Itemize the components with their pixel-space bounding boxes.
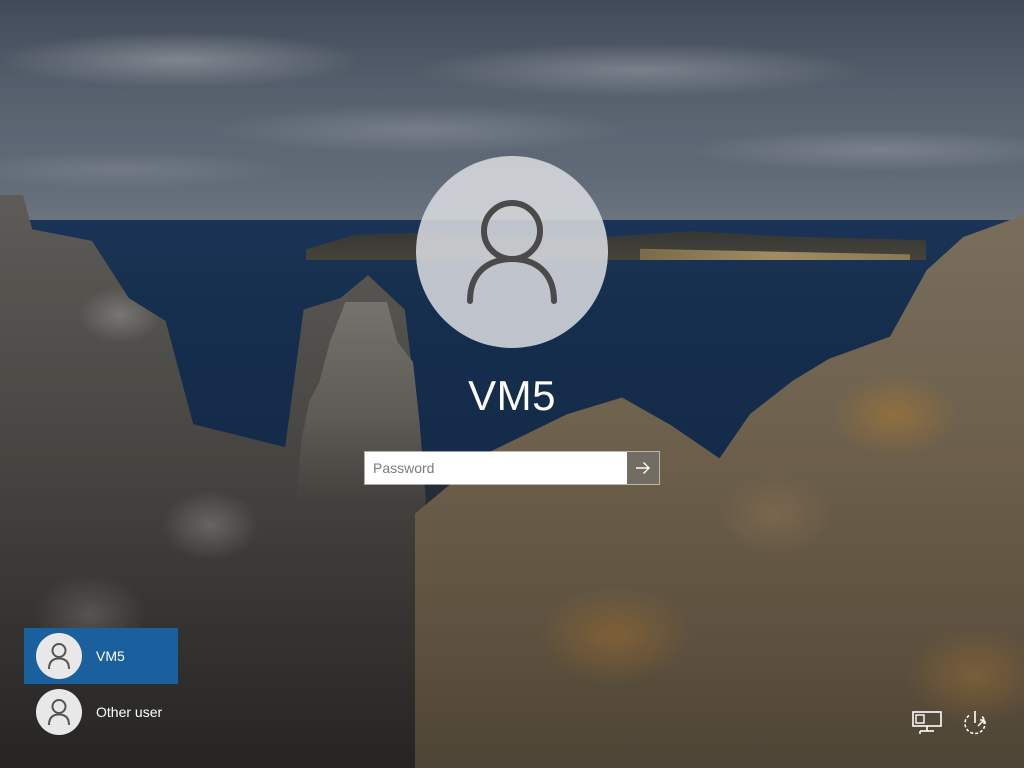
user-avatar-small bbox=[36, 689, 82, 735]
power-icon bbox=[964, 711, 986, 735]
user-icon bbox=[48, 643, 70, 670]
user-list-item-vm5[interactable]: VM5 bbox=[24, 628, 178, 684]
arrow-right-icon bbox=[636, 462, 650, 474]
username-title: VM5 bbox=[468, 372, 556, 419]
user-avatar-small bbox=[36, 633, 82, 679]
network-icon bbox=[912, 711, 942, 734]
network-button[interactable] bbox=[910, 706, 944, 740]
user-list: VM5 Other user bbox=[24, 628, 180, 740]
lock-screen: VM5 VM5 Other user bbox=[0, 0, 1024, 768]
password-field-container bbox=[364, 451, 660, 485]
password-input[interactable] bbox=[365, 452, 627, 484]
submit-button[interactable] bbox=[627, 452, 659, 484]
user-list-item-other-user[interactable]: Other user bbox=[24, 684, 178, 740]
user-icon bbox=[48, 699, 70, 726]
user-icon bbox=[467, 200, 557, 304]
user-list-label: Other user bbox=[96, 704, 163, 720]
user-list-label: VM5 bbox=[96, 648, 125, 664]
user-avatar-large bbox=[416, 156, 608, 348]
power-button[interactable] bbox=[958, 706, 992, 740]
